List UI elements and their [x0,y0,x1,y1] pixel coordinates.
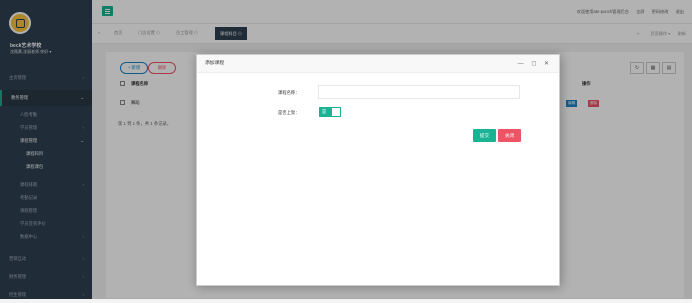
dialog-header: 添加课程 — ◻ ✕ [197,55,559,73]
publish-toggle[interactable]: 是 [319,107,341,117]
toggle-label: 是 [322,109,327,114]
course-name-input[interactable] [318,85,520,99]
publish-label: 是否上架： [278,110,300,115]
window-controls-icon[interactable]: — ◻ ✕ [518,55,552,73]
dialog-title: 添加课程 [205,61,225,66]
close-button[interactable]: 关闭 [498,129,521,142]
add-course-dialog: 添加课程 — ◻ ✕ 课程名称： 是否上架： 是 提交 关闭 [196,54,560,286]
submit-button[interactable]: 提交 [473,129,496,142]
course-name-label: 课程名称： [278,90,300,95]
